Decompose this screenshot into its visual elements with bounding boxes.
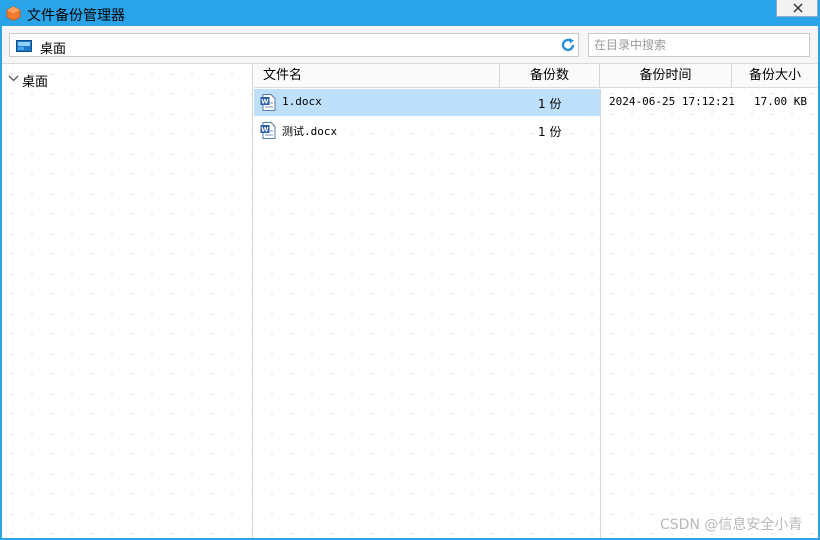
client-area: 桌面 桌面 [2, 26, 818, 538]
table-header: 文件名 备份数 备份时间 备份大小 [254, 64, 818, 88]
svg-text:W: W [261, 126, 268, 134]
table-row[interactable]: W 测试.docx 1 份 [254, 117, 600, 144]
word-document-icon: W [260, 94, 276, 115]
column-header-time[interactable]: 备份时间 [600, 64, 732, 88]
title-bar[interactable]: 文件备份管理器 [0, 0, 820, 26]
backup-count: 1 份 [538, 97, 562, 111]
desktop-folder-icon [16, 40, 32, 56]
path-text: 桌面 [40, 42, 67, 57]
backup-size: 17.00 KB [754, 95, 807, 108]
column-header-name[interactable]: 文件名 [254, 64, 500, 88]
search-input[interactable] [588, 33, 810, 57]
app-window: 文件备份管理器 桌面 在目录中搜索 桌面 文件名 备份数 备份时间 备份大小 W… [0, 0, 820, 540]
refresh-icon[interactable] [560, 37, 576, 57]
close-icon [793, 3, 803, 13]
window-title: 文件备份管理器 [27, 8, 125, 24]
column-header-size[interactable]: 备份大小 [732, 64, 818, 88]
close-button[interactable] [776, 0, 818, 17]
watermark: CSDN @信息安全小青 [660, 517, 803, 533]
toolbar: 桌面 [2, 26, 818, 64]
svg-text:W: W [261, 98, 268, 106]
column-header-count[interactable]: 备份数 [500, 64, 600, 88]
folder-tree: 桌面 [2, 64, 253, 538]
file-name: 1.docx [282, 95, 322, 108]
content-area: 桌面 文件名 备份数 备份时间 备份大小 W 1.docx 1 份 W 测试.d… [2, 64, 818, 538]
backup-time: 2024-06-25 17:12:21 [609, 95, 735, 108]
table-row[interactable]: W 1.docx 1 份 [254, 89, 600, 116]
detail-divider [600, 89, 601, 538]
backup-count: 1 份 [538, 125, 562, 139]
file-name: 测试.docx [282, 125, 338, 138]
path-bar[interactable]: 桌面 [9, 33, 579, 57]
tree-item-label: 桌面 [22, 75, 49, 90]
file-list: 文件名 备份数 备份时间 备份大小 W 1.docx 1 份 W 测试.docx… [254, 64, 818, 538]
chevron-down-icon[interactable] [8, 75, 19, 82]
app-icon [6, 6, 21, 21]
word-document-icon: W [260, 122, 276, 143]
